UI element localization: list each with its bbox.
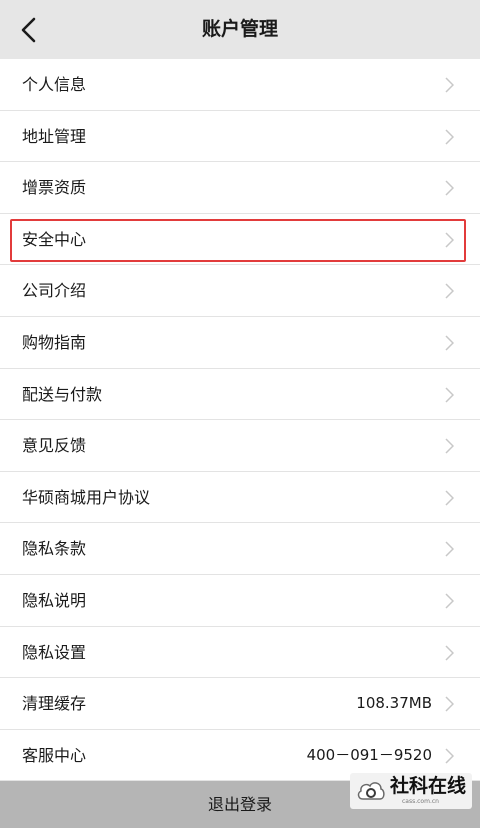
chevron-right-icon: [444, 387, 454, 403]
menu-item-label: 安全中心: [22, 229, 87, 249]
watermark-badge: 社科在线 cass.com.cn: [350, 773, 472, 809]
page-title: 账户管理: [201, 18, 278, 40]
chevron-right-icon: [444, 232, 454, 248]
menu-item-delivery-payment[interactable]: 配送与付款: [0, 368, 480, 421]
chevron-right-icon: [444, 77, 454, 93]
chevron-right-icon: [444, 335, 454, 351]
menu-item-user-agreement[interactable]: 华硕商城用户协议: [0, 471, 480, 524]
menu-item-label: 隐私说明: [22, 590, 87, 610]
watermark-text: 社科在线: [390, 775, 467, 797]
menu-item-feedback[interactable]: 意见反馈: [0, 420, 480, 472]
menu-item-personal-info[interactable]: 个人信息: [0, 59, 480, 111]
cloud-logo-icon: [356, 778, 386, 804]
menu-item-shopping-guide[interactable]: 购物指南: [0, 316, 480, 369]
chevron-right-icon: [444, 645, 454, 661]
chevron-right-icon: [444, 283, 454, 299]
chevron-right-icon: [444, 490, 454, 506]
menu-item-label: 隐私条款: [22, 539, 87, 559]
chevron-right-icon: [444, 541, 454, 557]
menu-item-label: 意见反馈: [22, 436, 87, 456]
menu-item-label: 购物指南: [22, 332, 87, 352]
menu-item-label: 隐私设置: [22, 642, 87, 662]
menu-item-invoice[interactable]: 增票资质: [0, 162, 480, 214]
watermark-subtext: cass.com.cn: [402, 798, 439, 805]
menu-item-privacy-statement[interactable]: 隐私说明: [0, 574, 480, 627]
menu-item-address[interactable]: 地址管理: [0, 110, 480, 163]
menu-item-label: 公司介绍: [22, 281, 87, 301]
menu-item-label: 增票资质: [22, 178, 87, 198]
app-header: 账户管理: [0, 0, 480, 59]
menu-item-label: 地址管理: [22, 126, 87, 146]
chevron-right-icon: [444, 593, 454, 609]
menu-item-label: 华硕商城用户协议: [22, 487, 151, 507]
menu-item-label: 客服中心: [22, 745, 87, 765]
menu-item-security-center[interactable]: 安全中心: [0, 213, 480, 266]
menu-item-label: 配送与付款: [22, 384, 103, 404]
chevron-right-icon: [444, 748, 454, 764]
chevron-right-icon: [444, 180, 454, 196]
menu-item-privacy-terms[interactable]: 隐私条款: [0, 523, 480, 575]
cache-size-value: 108.37MB: [356, 694, 432, 713]
menu-item-label: 个人信息: [22, 75, 87, 94]
menu-item-privacy-settings[interactable]: 隐私设置: [0, 626, 480, 679]
account-menu-list: 个人信息 地址管理 增票资质 安全中心 公司介绍 购物指南 配送与付款 意见反馈…: [0, 59, 480, 782]
menu-item-clear-cache[interactable]: 清理缓存 108.37MB: [0, 678, 480, 730]
menu-item-company-intro[interactable]: 公司介绍: [0, 265, 480, 317]
menu-item-label: 清理缓存: [22, 694, 87, 714]
chevron-right-icon: [444, 438, 454, 454]
chevron-right-icon: [444, 696, 454, 712]
chevron-right-icon: [444, 129, 454, 145]
